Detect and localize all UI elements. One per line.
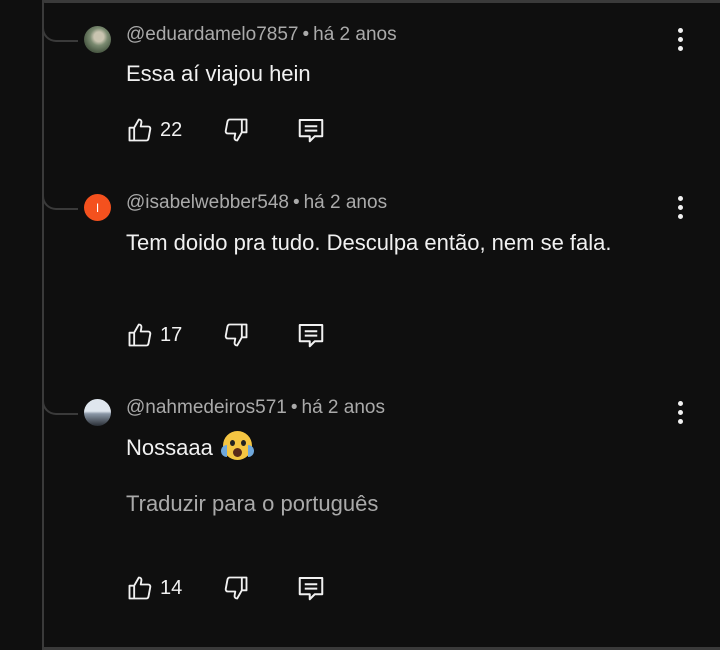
more-vertical-icon[interactable] <box>670 21 690 57</box>
like-button[interactable]: 17 <box>126 321 194 349</box>
thread-line <box>42 0 44 650</box>
comment-text: Nossaaa <box>126 430 646 465</box>
like-count: 17 <box>160 323 183 346</box>
comment-author[interactable]: @nahmedeiros571 <box>126 397 287 418</box>
separator-dot: • <box>292 192 300 213</box>
avatar[interactable] <box>84 399 111 426</box>
separator-dot: • <box>290 397 298 418</box>
comment-actions: 22 <box>126 114 326 146</box>
more-vertical-icon[interactable] <box>670 394 690 430</box>
comment-text: Tem doido pra tudo. Desculpa então, nem … <box>126 230 612 255</box>
screaming-face-emoji <box>220 431 254 460</box>
translate-link[interactable]: Traduzir para o português <box>126 491 378 517</box>
separator-dot: • <box>302 24 310 45</box>
thumbs-up-icon <box>126 574 154 602</box>
like-count: 22 <box>160 118 183 141</box>
comment-text-content: Nossaaa <box>126 435 213 460</box>
comment-time[interactable]: há 2 anos <box>302 397 385 418</box>
thread-branch <box>42 22 78 42</box>
thread-branch <box>42 395 78 415</box>
avatar-letter: I <box>95 200 100 215</box>
avatar[interactable] <box>84 26 111 53</box>
like-count: 14 <box>160 576 183 599</box>
comment-time[interactable]: há 2 anos <box>313 24 396 45</box>
thread-top-border <box>42 0 720 3</box>
comment-author[interactable]: @isabelwebber548 <box>126 192 289 213</box>
comment-icon[interactable] <box>296 573 326 603</box>
comment-author[interactable]: @eduardamelo7857 <box>126 24 298 45</box>
thumbs-down-icon[interactable] <box>222 116 250 144</box>
more-vertical-icon[interactable] <box>670 189 690 225</box>
comment-icon[interactable] <box>296 320 326 350</box>
like-button[interactable]: 22 <box>126 116 194 144</box>
thread-branch <box>42 190 78 210</box>
comment-actions: 17 <box>126 319 326 351</box>
comment-time[interactable]: há 2 anos <box>304 192 387 213</box>
comment-text: Essa aí viajou hein <box>126 61 311 86</box>
thumbs-down-icon[interactable] <box>222 321 250 349</box>
comment-icon[interactable] <box>296 115 326 145</box>
thumbs-up-icon <box>126 321 154 349</box>
comment-actions: 14 <box>126 572 326 604</box>
thumbs-down-icon[interactable] <box>222 574 250 602</box>
thumbs-up-icon <box>126 116 154 144</box>
like-button[interactable]: 14 <box>126 574 194 602</box>
avatar[interactable]: I <box>84 194 111 221</box>
